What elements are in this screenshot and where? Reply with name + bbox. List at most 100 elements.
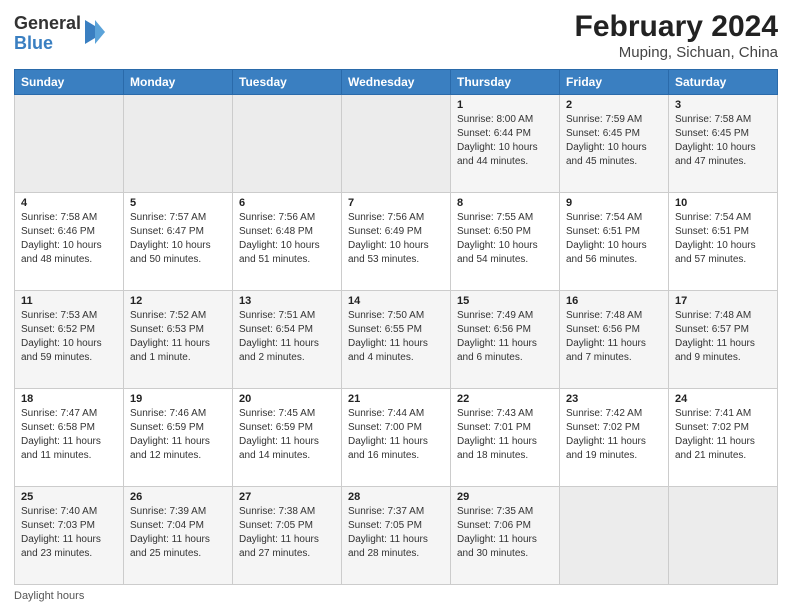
calendar-cell: 3 Sunrise: 7:58 AMSunset: 6:45 PMDaylight… bbox=[669, 95, 778, 193]
col-header-saturday: Saturday bbox=[669, 70, 778, 95]
day-number: 23 bbox=[566, 393, 662, 405]
calendar-cell bbox=[124, 95, 233, 193]
calendar-cell: 4Sunrise: 7:58 AMSunset: 6:46 PMDaylight… bbox=[15, 193, 124, 291]
calendar-cell: 17 Sunrise: 7:48 AMSunset: 6:57 PMDayligh… bbox=[669, 291, 778, 389]
day-number: 25 bbox=[21, 491, 117, 503]
day-info: Sunrise: 7:49 AMSunset: 6:56 PMDaylight:… bbox=[457, 309, 553, 365]
calendar-cell bbox=[15, 95, 124, 193]
calendar-cell: 24Sunrise: 7:41 AMSunset: 7:02 PMDayligh… bbox=[669, 389, 778, 487]
day-number: 27 bbox=[239, 491, 335, 503]
logo-general: General bbox=[14, 14, 81, 34]
day-number: 8 bbox=[457, 197, 553, 209]
day-info: Sunrise: 7:58 AMSunset: 6:46 PMDaylight:… bbox=[21, 211, 117, 267]
calendar-cell bbox=[233, 95, 342, 193]
calendar-cell: 7 Sunrise: 7:56 AMSunset: 6:49 PMDaylight… bbox=[342, 193, 451, 291]
day-info: Sunrise: 7:53 AMSunset: 6:52 PMDaylight:… bbox=[21, 309, 117, 365]
calendar-cell: 9 Sunrise: 7:54 AMSunset: 6:51 PMDaylight… bbox=[560, 193, 669, 291]
day-info: Sunrise: 7:35 AMSunset: 7:06 PMDaylight:… bbox=[457, 505, 553, 561]
day-number: 18 bbox=[21, 393, 117, 405]
day-number: 7 bbox=[348, 197, 444, 209]
day-info: Sunrise: 7:43 AMSunset: 7:01 PMDaylight:… bbox=[457, 407, 553, 463]
day-info: Sunrise: 7:46 AMSunset: 6:59 PMDaylight:… bbox=[130, 407, 226, 463]
day-info: Sunrise: 7:54 AMSunset: 6:51 PMDaylight:… bbox=[566, 211, 662, 267]
day-number: 29 bbox=[457, 491, 553, 503]
calendar-cell: 27 Sunrise: 7:38 AMSunset: 7:05 PMDayligh… bbox=[233, 487, 342, 585]
header: General Blue February 2024 Muping, Sichu… bbox=[14, 10, 778, 61]
day-number: 5 bbox=[130, 197, 226, 209]
calendar-cell: 10Sunrise: 7:54 AMSunset: 6:51 PMDayligh… bbox=[669, 193, 778, 291]
calendar-cell: 16Sunrise: 7:48 AMSunset: 6:56 PMDayligh… bbox=[560, 291, 669, 389]
col-header-wednesday: Wednesday bbox=[342, 70, 451, 95]
day-info: Sunrise: 7:56 AMSunset: 6:49 PMDaylight:… bbox=[348, 211, 444, 267]
page-subtitle: Muping, Sichuan, China bbox=[575, 44, 778, 61]
calendar-cell: 5 Sunrise: 7:57 AMSunset: 6:47 PMDaylight… bbox=[124, 193, 233, 291]
logo-text: General Blue bbox=[14, 14, 81, 54]
day-info: Sunrise: 7:54 AMSunset: 6:51 PMDaylight:… bbox=[675, 211, 771, 267]
col-header-sunday: Sunday bbox=[15, 70, 124, 95]
day-number: 2 bbox=[566, 99, 662, 111]
calendar-cell: 23 Sunrise: 7:42 AMSunset: 7:02 PMDayligh… bbox=[560, 389, 669, 487]
calendar-cell: 8Sunrise: 7:55 AMSunset: 6:50 PMDaylight… bbox=[451, 193, 560, 291]
day-info: Sunrise: 7:41 AMSunset: 7:02 PMDaylight:… bbox=[675, 407, 771, 463]
calendar-cell bbox=[560, 487, 669, 585]
day-number: 26 bbox=[130, 491, 226, 503]
day-info: Sunrise: 7:52 AMSunset: 6:53 PMDaylight:… bbox=[130, 309, 226, 365]
day-number: 12 bbox=[130, 295, 226, 307]
day-number: 21 bbox=[348, 393, 444, 405]
calendar-cell: 1Sunrise: 8:00 AMSunset: 6:44 PMDaylight… bbox=[451, 95, 560, 193]
day-info: Sunrise: 7:45 AMSunset: 6:59 PMDaylight:… bbox=[239, 407, 335, 463]
day-number: 15 bbox=[457, 295, 553, 307]
day-info: Sunrise: 7:56 AMSunset: 6:48 PMDaylight:… bbox=[239, 211, 335, 267]
calendar-header-row: SundayMondayTuesdayWednesdayThursdayFrid… bbox=[15, 70, 778, 95]
day-info: Sunrise: 7:59 AMSunset: 6:45 PMDaylight:… bbox=[566, 113, 662, 169]
calendar-cell: 20 Sunrise: 7:45 AMSunset: 6:59 PMDayligh… bbox=[233, 389, 342, 487]
day-number: 9 bbox=[566, 197, 662, 209]
day-number: 20 bbox=[239, 393, 335, 405]
week-row: 25 Sunrise: 7:40 AMSunset: 7:03 PMDayligh… bbox=[15, 487, 778, 585]
day-info: Sunrise: 7:42 AMSunset: 7:02 PMDaylight:… bbox=[566, 407, 662, 463]
day-info: Sunrise: 7:38 AMSunset: 7:05 PMDaylight:… bbox=[239, 505, 335, 561]
col-header-friday: Friday bbox=[560, 70, 669, 95]
week-row: 4Sunrise: 7:58 AMSunset: 6:46 PMDaylight… bbox=[15, 193, 778, 291]
day-info: Sunrise: 7:58 AMSunset: 6:45 PMDaylight:… bbox=[675, 113, 771, 169]
day-number: 22 bbox=[457, 393, 553, 405]
day-info: Sunrise: 8:00 AMSunset: 6:44 PMDaylight:… bbox=[457, 113, 553, 169]
week-row: 1Sunrise: 8:00 AMSunset: 6:44 PMDaylight… bbox=[15, 95, 778, 193]
day-number: 28 bbox=[348, 491, 444, 503]
logo-blue: Blue bbox=[14, 34, 81, 54]
calendar-cell bbox=[342, 95, 451, 193]
day-number: 16 bbox=[566, 295, 662, 307]
footer: Daylight hours bbox=[14, 590, 778, 602]
day-info: Sunrise: 7:51 AMSunset: 6:54 PMDaylight:… bbox=[239, 309, 335, 365]
calendar-cell: 12 Sunrise: 7:52 AMSunset: 6:53 PMDayligh… bbox=[124, 291, 233, 389]
page-title: February 2024 bbox=[575, 10, 778, 44]
week-row: 18 Sunrise: 7:47 AMSunset: 6:58 PMDayligh… bbox=[15, 389, 778, 487]
calendar-cell: 13Sunrise: 7:51 AMSunset: 6:54 PMDayligh… bbox=[233, 291, 342, 389]
page: General Blue February 2024 Muping, Sichu… bbox=[0, 0, 792, 612]
calendar-cell: 19Sunrise: 7:46 AMSunset: 6:59 PMDayligh… bbox=[124, 389, 233, 487]
col-header-tuesday: Tuesday bbox=[233, 70, 342, 95]
day-number: 6 bbox=[239, 197, 335, 209]
day-info: Sunrise: 7:48 AMSunset: 6:57 PMDaylight:… bbox=[675, 309, 771, 365]
calendar-cell: 21 Sunrise: 7:44 AMSunset: 7:00 PMDayligh… bbox=[342, 389, 451, 487]
calendar-cell: 14 Sunrise: 7:50 AMSunset: 6:55 PMDayligh… bbox=[342, 291, 451, 389]
day-info: Sunrise: 7:44 AMSunset: 7:00 PMDaylight:… bbox=[348, 407, 444, 463]
day-info: Sunrise: 7:39 AMSunset: 7:04 PMDaylight:… bbox=[130, 505, 226, 561]
week-row: 11 Sunrise: 7:53 AMSunset: 6:52 PMDayligh… bbox=[15, 291, 778, 389]
day-number: 11 bbox=[21, 295, 117, 307]
day-number: 3 bbox=[675, 99, 771, 111]
calendar-cell: 11 Sunrise: 7:53 AMSunset: 6:52 PMDayligh… bbox=[15, 291, 124, 389]
calendar-table: SundayMondayTuesdayWednesdayThursdayFrid… bbox=[14, 69, 778, 585]
calendar-cell: 15 Sunrise: 7:49 AMSunset: 6:56 PMDayligh… bbox=[451, 291, 560, 389]
day-info: Sunrise: 7:47 AMSunset: 6:58 PMDaylight:… bbox=[21, 407, 117, 463]
calendar-cell: 22 Sunrise: 7:43 AMSunset: 7:01 PMDayligh… bbox=[451, 389, 560, 487]
col-header-monday: Monday bbox=[124, 70, 233, 95]
day-number: 17 bbox=[675, 295, 771, 307]
calendar-cell: 28 Sunrise: 7:37 AMSunset: 7:05 PMDayligh… bbox=[342, 487, 451, 585]
day-info: Sunrise: 7:57 AMSunset: 6:47 PMDaylight:… bbox=[130, 211, 226, 267]
day-info: Sunrise: 7:50 AMSunset: 6:55 PMDaylight:… bbox=[348, 309, 444, 365]
logo-icon bbox=[81, 18, 109, 50]
day-info: Sunrise: 7:40 AMSunset: 7:03 PMDaylight:… bbox=[21, 505, 117, 561]
day-info: Sunrise: 7:37 AMSunset: 7:05 PMDaylight:… bbox=[348, 505, 444, 561]
day-number: 14 bbox=[348, 295, 444, 307]
